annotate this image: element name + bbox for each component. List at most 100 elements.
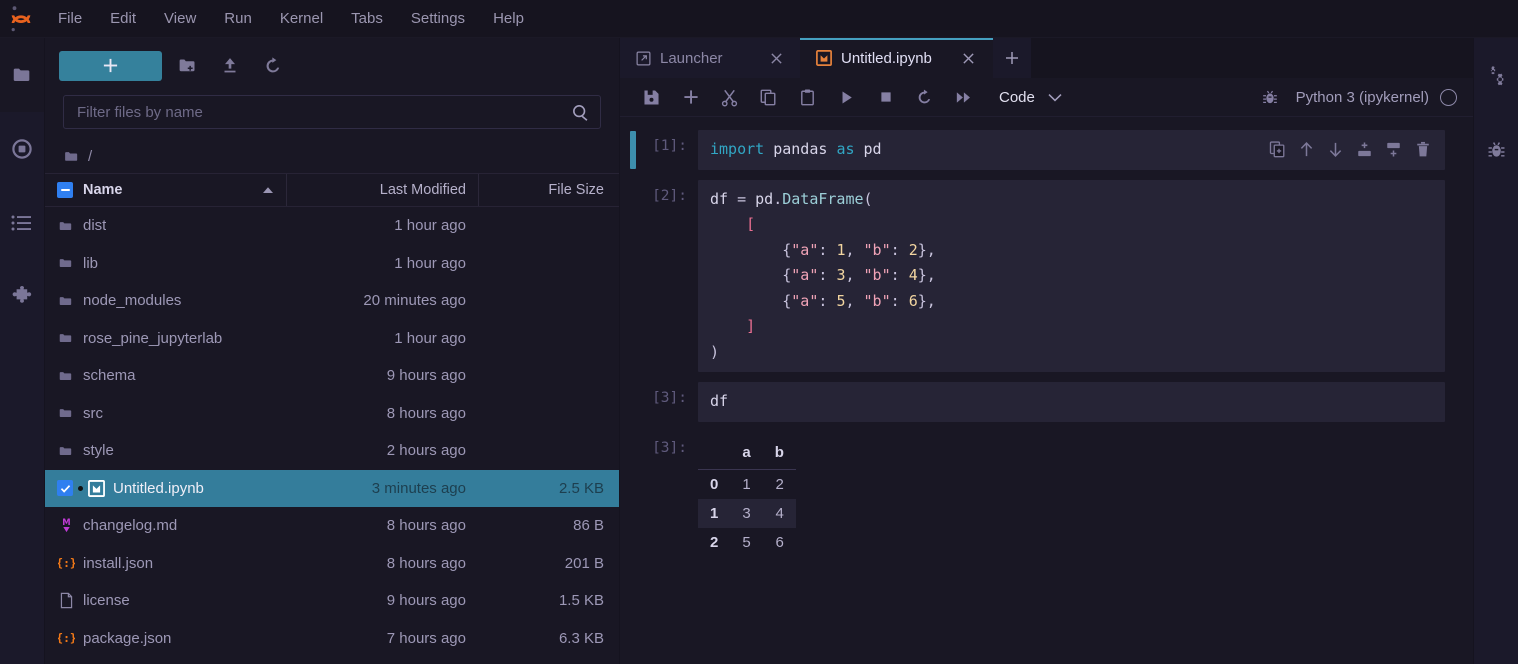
search-input[interactable] (77, 103, 571, 121)
folder-icon[interactable] (63, 148, 80, 165)
new-folder-button[interactable] (169, 51, 205, 81)
sidebar-item-extension-manager[interactable] (0, 260, 44, 334)
svg-text:M: M (62, 517, 70, 527)
arrow-up-icon (1300, 141, 1313, 156)
folder-icon (59, 446, 72, 455)
scissors-icon (721, 89, 738, 106)
sidebar-item-running-sessions[interactable] (0, 112, 44, 186)
menu-item-settings[interactable]: Settings (397, 5, 479, 33)
file-browser-toolbar (45, 38, 619, 93)
menu-item-view[interactable]: View (150, 5, 210, 33)
table-row[interactable]: schema 9 hours ago (45, 357, 619, 395)
debugger-toggle-button[interactable] (1251, 81, 1290, 114)
cut-cell-button[interactable] (710, 81, 749, 114)
duplicate-cell-button[interactable] (1263, 135, 1292, 163)
interrupt-kernel-button[interactable] (866, 81, 905, 114)
insert-cell-above-button[interactable] (1350, 135, 1379, 163)
close-icon[interactable] (959, 48, 979, 68)
folder-icon (59, 296, 72, 305)
sidebar-item-debugger[interactable] (1474, 112, 1518, 186)
tab-launcher[interactable]: Launcher (620, 38, 800, 78)
table-row[interactable]: license 9 hours ago 1.5 KB (45, 582, 619, 620)
insert-cell-below-button[interactable] (1379, 135, 1408, 163)
file-type-icon: M (57, 517, 75, 534)
delete-cell-button[interactable] (1408, 135, 1437, 163)
table-row[interactable]: dist 1 hour ago (45, 207, 619, 245)
file-name-cell: Mchangelog.md (45, 517, 286, 534)
insert-above-icon (1358, 141, 1371, 156)
kernel-name[interactable]: Python 3 (ipykernel) (1296, 89, 1429, 106)
cell-type-dropdown[interactable]: Code (991, 83, 1079, 111)
search-icon[interactable] (571, 103, 590, 122)
menu-item-file[interactable]: File (44, 5, 96, 33)
file-type-icon (57, 443, 75, 459)
sidebar-item-file-browser[interactable] (0, 38, 44, 112)
notebook-content[interactable]: [1]: import pandas as pd [2]: df = pd.DataF… (620, 117, 1473, 664)
column-header-name[interactable]: Name (45, 174, 286, 206)
refresh-button[interactable] (255, 51, 291, 81)
move-cell-up-button[interactable] (1292, 135, 1321, 163)
file-name: install.json (83, 554, 154, 572)
restart-run-all-button[interactable] (944, 81, 983, 114)
table-row[interactable]: style 2 hours ago (45, 432, 619, 470)
upload-button[interactable] (212, 51, 248, 81)
breadcrumb-root[interactable]: / (88, 148, 92, 165)
restart-kernel-button[interactable] (905, 81, 944, 114)
table-row[interactable]: rose_pine_jupyterlab 1 hour ago (45, 320, 619, 358)
upload-icon (224, 58, 236, 73)
move-cell-down-button[interactable] (1321, 135, 1350, 163)
notebook-toolbar: Code Python 3 (ipykernel) (620, 78, 1473, 117)
column-header-file-size[interactable]: File Size (478, 174, 619, 206)
menu-item-run[interactable]: Run (210, 5, 266, 33)
notebook-cell[interactable]: [3]: df (620, 377, 1473, 427)
menu-item-help[interactable]: Help (479, 5, 538, 33)
insert-below-icon (1387, 142, 1400, 157)
sidebar-item-property-inspector[interactable] (1474, 38, 1518, 112)
right-activity-bar (1473, 38, 1518, 664)
table-row[interactable]: lib 1 hour ago (45, 245, 619, 283)
notebook-cell[interactable]: [1]: import pandas as pd (620, 125, 1473, 175)
close-icon[interactable] (766, 48, 786, 68)
df-cell: 2 (775, 475, 784, 493)
file-filter-wrapper (45, 93, 619, 139)
notebook-cell[interactable]: [2]: df = pd.DataFrame( [ {"a": 1, "b": 2… (620, 175, 1473, 378)
table-row[interactable]: {:} install.json 8 hours ago 201 B (45, 545, 619, 583)
sort-ascending-icon (262, 182, 274, 198)
run-cell-button[interactable] (827, 81, 866, 114)
new-tab-button[interactable] (992, 38, 1031, 78)
sidebar-item-table-of-contents[interactable] (0, 186, 44, 260)
file-filter[interactable] (63, 95, 601, 129)
file-name-cell: dist (45, 217, 286, 234)
kernel-status-indicator[interactable] (1440, 88, 1457, 106)
table-row[interactable]: Mchangelog.md 8 hours ago 86 B (45, 507, 619, 545)
file-name-cell: {:} install.json (45, 555, 286, 572)
file-name: license (83, 592, 130, 610)
duplicate-icon (1269, 140, 1285, 157)
code-editor[interactable]: df (698, 382, 1445, 422)
row-checkbox[interactable] (57, 480, 73, 497)
menu-item-kernel[interactable]: Kernel (266, 5, 337, 33)
table-row[interactable]: src 8 hours ago (45, 395, 619, 433)
file-name: schema (83, 367, 136, 385)
menu-item-tabs[interactable]: Tabs (337, 5, 397, 33)
new-launcher-button[interactable] (59, 50, 162, 81)
select-all-checkbox[interactable] (57, 182, 73, 198)
menu-item-edit[interactable]: Edit (96, 5, 150, 33)
json-icon: {:} (58, 556, 75, 570)
copy-cell-button[interactable] (749, 81, 788, 114)
table-row[interactable]: node_modules 20 minutes ago (45, 282, 619, 320)
file-list[interactable]: dist 1 hour ago lib 1 hour ago node_modules 2… (45, 207, 619, 664)
paste-cell-button[interactable] (788, 81, 827, 114)
table-row[interactable]: Untitled.ipynb 3 minutes ago 2.5 KB (45, 469, 619, 507)
jupyter-logo (0, 0, 44, 38)
insert-cell-button[interactable] (671, 81, 710, 114)
tab-untitled-notebook[interactable]: Untitled.ipynb (800, 38, 993, 78)
new-folder-icon (179, 59, 194, 72)
save-button[interactable] (632, 81, 671, 114)
launcher-icon (636, 51, 651, 65)
column-header-last-modified[interactable]: Last Modified (286, 174, 478, 206)
trash-icon (1416, 141, 1429, 156)
active-cell-marker (630, 181, 636, 372)
table-row[interactable]: {:} package.json 7 hours ago 6.3 KB (45, 620, 619, 658)
code-editor[interactable]: df = pd.DataFrame( [ {"a": 1, "b": 2}, {… (698, 179, 1445, 372)
